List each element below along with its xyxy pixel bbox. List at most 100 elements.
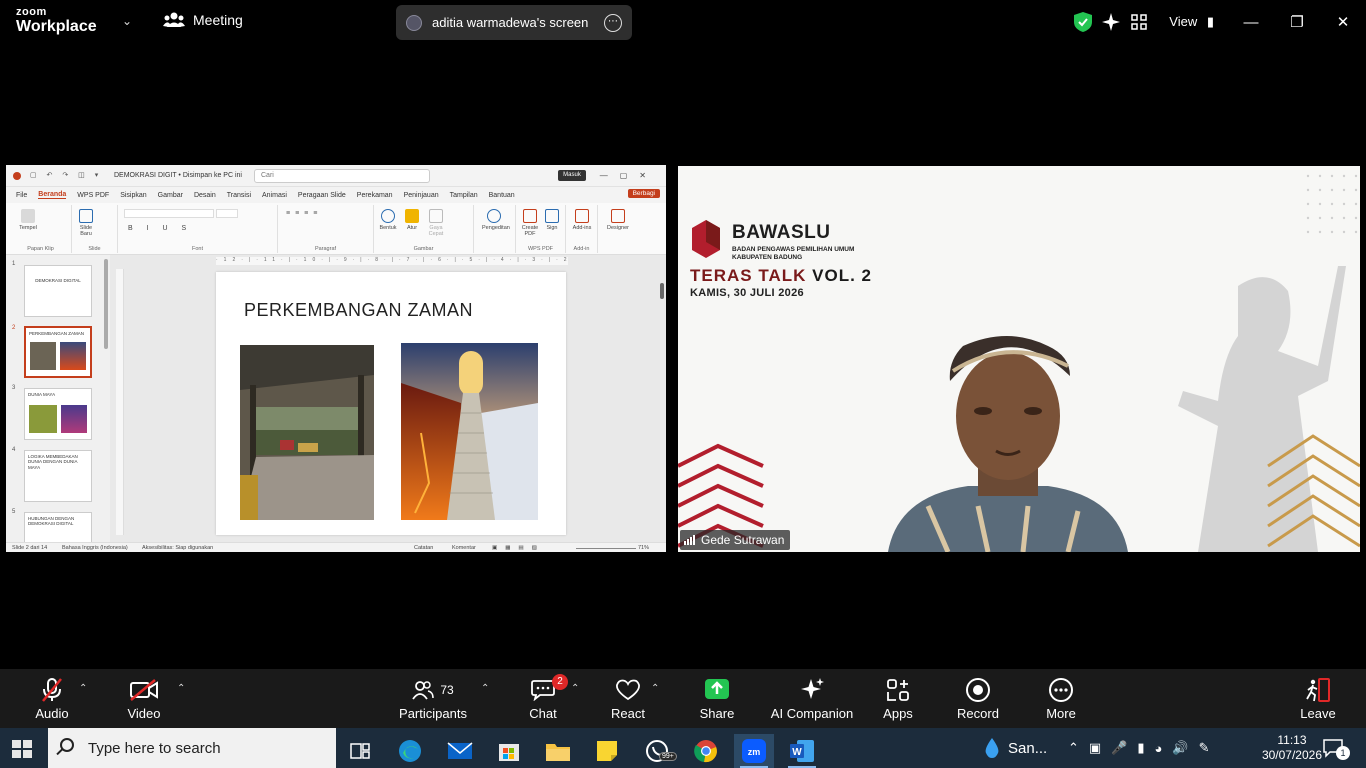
slide-thumbnail-1[interactable]: DEMOKRASI DIGITAL (24, 265, 92, 317)
ppt-tab-sisipkan[interactable]: Sisipkan (120, 192, 146, 199)
zoom-percentage[interactable]: 71% (638, 545, 649, 551)
ppt-tab-wps-pdf[interactable]: WPS PDF (77, 192, 109, 199)
ppt-tab-bantuan[interactable]: Bantuan (489, 192, 515, 199)
meet-now-icon[interactable]: ▣ (1089, 740, 1101, 756)
video-options-chevron-icon[interactable]: ⌃ (177, 683, 185, 694)
font-size-select[interactable] (216, 209, 238, 218)
new-slide-button[interactable]: Slide Baru (74, 209, 98, 237)
current-slide[interactable]: PERKEMBANGAN ZAMAN (216, 272, 566, 535)
edge-browser-icon[interactable] (390, 734, 430, 768)
taskbar-search-box[interactable]: Type here to search (48, 728, 336, 768)
accessibility-status[interactable]: Aksesibilitas: Siap digunakan (142, 545, 213, 551)
react-options-chevron-icon[interactable]: ⌃ (651, 683, 659, 694)
zoom-slider[interactable] (576, 548, 636, 549)
notification-center-button[interactable]: 1 (1322, 728, 1350, 768)
ai-companion-button[interactable]: AI Companion (767, 677, 857, 721)
notes-button[interactable]: Catatan (414, 545, 433, 551)
close-button[interactable]: ✕ (1320, 0, 1366, 44)
record-button[interactable]: Record (933, 677, 1023, 721)
slide-photo-road-construction[interactable] (240, 345, 374, 520)
chrome-icon[interactable] (686, 734, 726, 768)
more-button[interactable]: More (1016, 677, 1106, 721)
share-screen-button[interactable]: Share (672, 677, 762, 721)
ppt-tab-peragaan-slide[interactable]: Peragaan Slide (298, 192, 346, 199)
ppt-tab-perekaman[interactable]: Perekaman (357, 192, 393, 199)
paragraph-buttons[interactable]: ≡≡≡≡ (286, 210, 322, 217)
quick-access-toolbar[interactable]: ▢ ↶ ↷ ◫ ▾ (30, 171, 102, 179)
ppt-tab-file[interactable]: File (16, 192, 27, 199)
zoom-app-icon[interactable]: zm (734, 734, 774, 768)
more-options-icon[interactable]: ⋯ (604, 13, 622, 32)
ppt-tab-tampilan[interactable]: Tampilan (450, 192, 478, 199)
powerpoint-app-icon (13, 172, 21, 180)
zoom-workplace-logo[interactable]: zoom Workplace (16, 7, 97, 35)
taskbar-clock[interactable]: 11:13 30/07/2026 (1262, 733, 1322, 763)
restore-button[interactable]: ❐ (1274, 0, 1320, 44)
ppt-tab-peninjauan[interactable]: Peninjauan (404, 192, 439, 199)
sign-button[interactable]: Sign (540, 209, 564, 231)
shapes-button[interactable]: Bentuk (376, 209, 400, 231)
ppt-tab-beranda[interactable]: Beranda (38, 191, 67, 199)
participant-video-tile[interactable]: BAWASLU BADAN PENGAWAS PEMILIHAN UMUM KA… (678, 166, 1360, 552)
volume-icon[interactable]: 🔊 (1172, 740, 1188, 756)
meeting-menu-button[interactable]: Meeting (163, 12, 243, 28)
ppt-share-button[interactable]: Berbagi (627, 189, 660, 198)
editing-button[interactable]: Pengeditan (482, 209, 510, 231)
windows-start-button[interactable] (12, 740, 32, 758)
task-view-icon[interactable] (340, 734, 380, 768)
ppt-tab-gambar[interactable]: Gambar (158, 192, 183, 199)
font-family-select[interactable] (124, 209, 214, 218)
designer-button[interactable]: Designer (606, 209, 630, 231)
leave-button[interactable]: Leave (1273, 677, 1363, 721)
ai-sparkle-icon[interactable] (1097, 8, 1125, 36)
slide-title[interactable]: PERKEMBANGAN ZAMAN (244, 300, 473, 321)
pen-icon[interactable]: ✎ (1199, 740, 1210, 756)
file-explorer-icon[interactable] (538, 734, 578, 768)
wifi-icon[interactable]: ◕ (1155, 741, 1163, 756)
mail-icon[interactable] (440, 734, 480, 768)
view-mode-buttons[interactable]: ▣▦▤▨ (492, 545, 545, 551)
microphone-icon[interactable]: 🎤 (1111, 740, 1127, 756)
microsoft-store-icon[interactable] (489, 734, 529, 768)
chevron-down-icon[interactable]: ⌄ (122, 14, 132, 28)
comments-button[interactable]: Komentar (452, 545, 476, 551)
slide-thumbnail-3[interactable]: DUNIA MAYA (24, 388, 92, 440)
create-pdf-button[interactable]: Create PDF (518, 209, 542, 237)
slide-thumbnail-2[interactable]: PERKEMBANGAN ZAMAN (24, 326, 92, 378)
tray-chevron-up-icon[interactable]: ⌃ (1068, 740, 1079, 756)
battery-icon[interactable]: ▮ (1137, 740, 1144, 756)
sticky-notes-icon[interactable] (587, 734, 627, 768)
screen-share-pill[interactable]: aditia warmadewa's screen ⋯ (396, 5, 632, 40)
weather-widget[interactable]: San... (982, 728, 1047, 768)
react-button[interactable]: React (583, 677, 673, 721)
ppt-signin-button[interactable]: Masuk (558, 170, 586, 181)
ppt-window-controls[interactable]: —▢✕ (600, 171, 658, 180)
addins-button[interactable]: Add-ins (570, 209, 594, 231)
slide-thumbnail-4[interactable]: LOGIKA MEMBEDAKAN DUNIA DENGAN DUNIA MAY… (24, 450, 92, 502)
language-indicator[interactable]: Bahasa Inggris (Indonesia) (62, 545, 128, 551)
audio-options-chevron-icon[interactable]: ⌃ (79, 683, 87, 694)
word-app-icon[interactable]: W (782, 734, 822, 768)
arrange-button[interactable]: Atur (400, 209, 424, 231)
ppt-tab-animasi[interactable]: Animasi (262, 192, 287, 199)
slide-photo-stairway-fantasy[interactable] (401, 343, 538, 520)
paste-button[interactable]: Tempel (16, 209, 40, 231)
whatsapp-icon[interactable]: 99+ (637, 734, 677, 768)
participants-options-chevron-icon[interactable]: ⌃ (481, 683, 489, 694)
participants-button[interactable]: 73 Participants (388, 677, 478, 721)
minimize-button[interactable]: — (1228, 0, 1274, 44)
ppt-tab-desain[interactable]: Desain (194, 192, 216, 199)
encryption-shield-icon[interactable] (1069, 8, 1097, 36)
video-button[interactable]: Video (99, 677, 189, 721)
thumbnail-scrollbar[interactable] (104, 259, 108, 349)
quick-styles-button[interactable]: Gaya Cepat (424, 209, 448, 237)
ppt-tab-transisi[interactable]: Transisi (227, 192, 251, 199)
slide-vertical-scrollbar[interactable] (659, 257, 665, 527)
chat-options-chevron-icon[interactable]: ⌃ (571, 683, 579, 694)
scroll-thumb[interactable] (660, 283, 664, 299)
apps-button[interactable]: Apps (853, 677, 943, 721)
font-format-buttons[interactable]: B I U S (128, 225, 192, 232)
apps-grid-icon[interactable] (1125, 8, 1153, 36)
ppt-search-box[interactable]: Cari (254, 169, 430, 183)
view-menu-button[interactable]: View ▮ (1169, 14, 1214, 30)
